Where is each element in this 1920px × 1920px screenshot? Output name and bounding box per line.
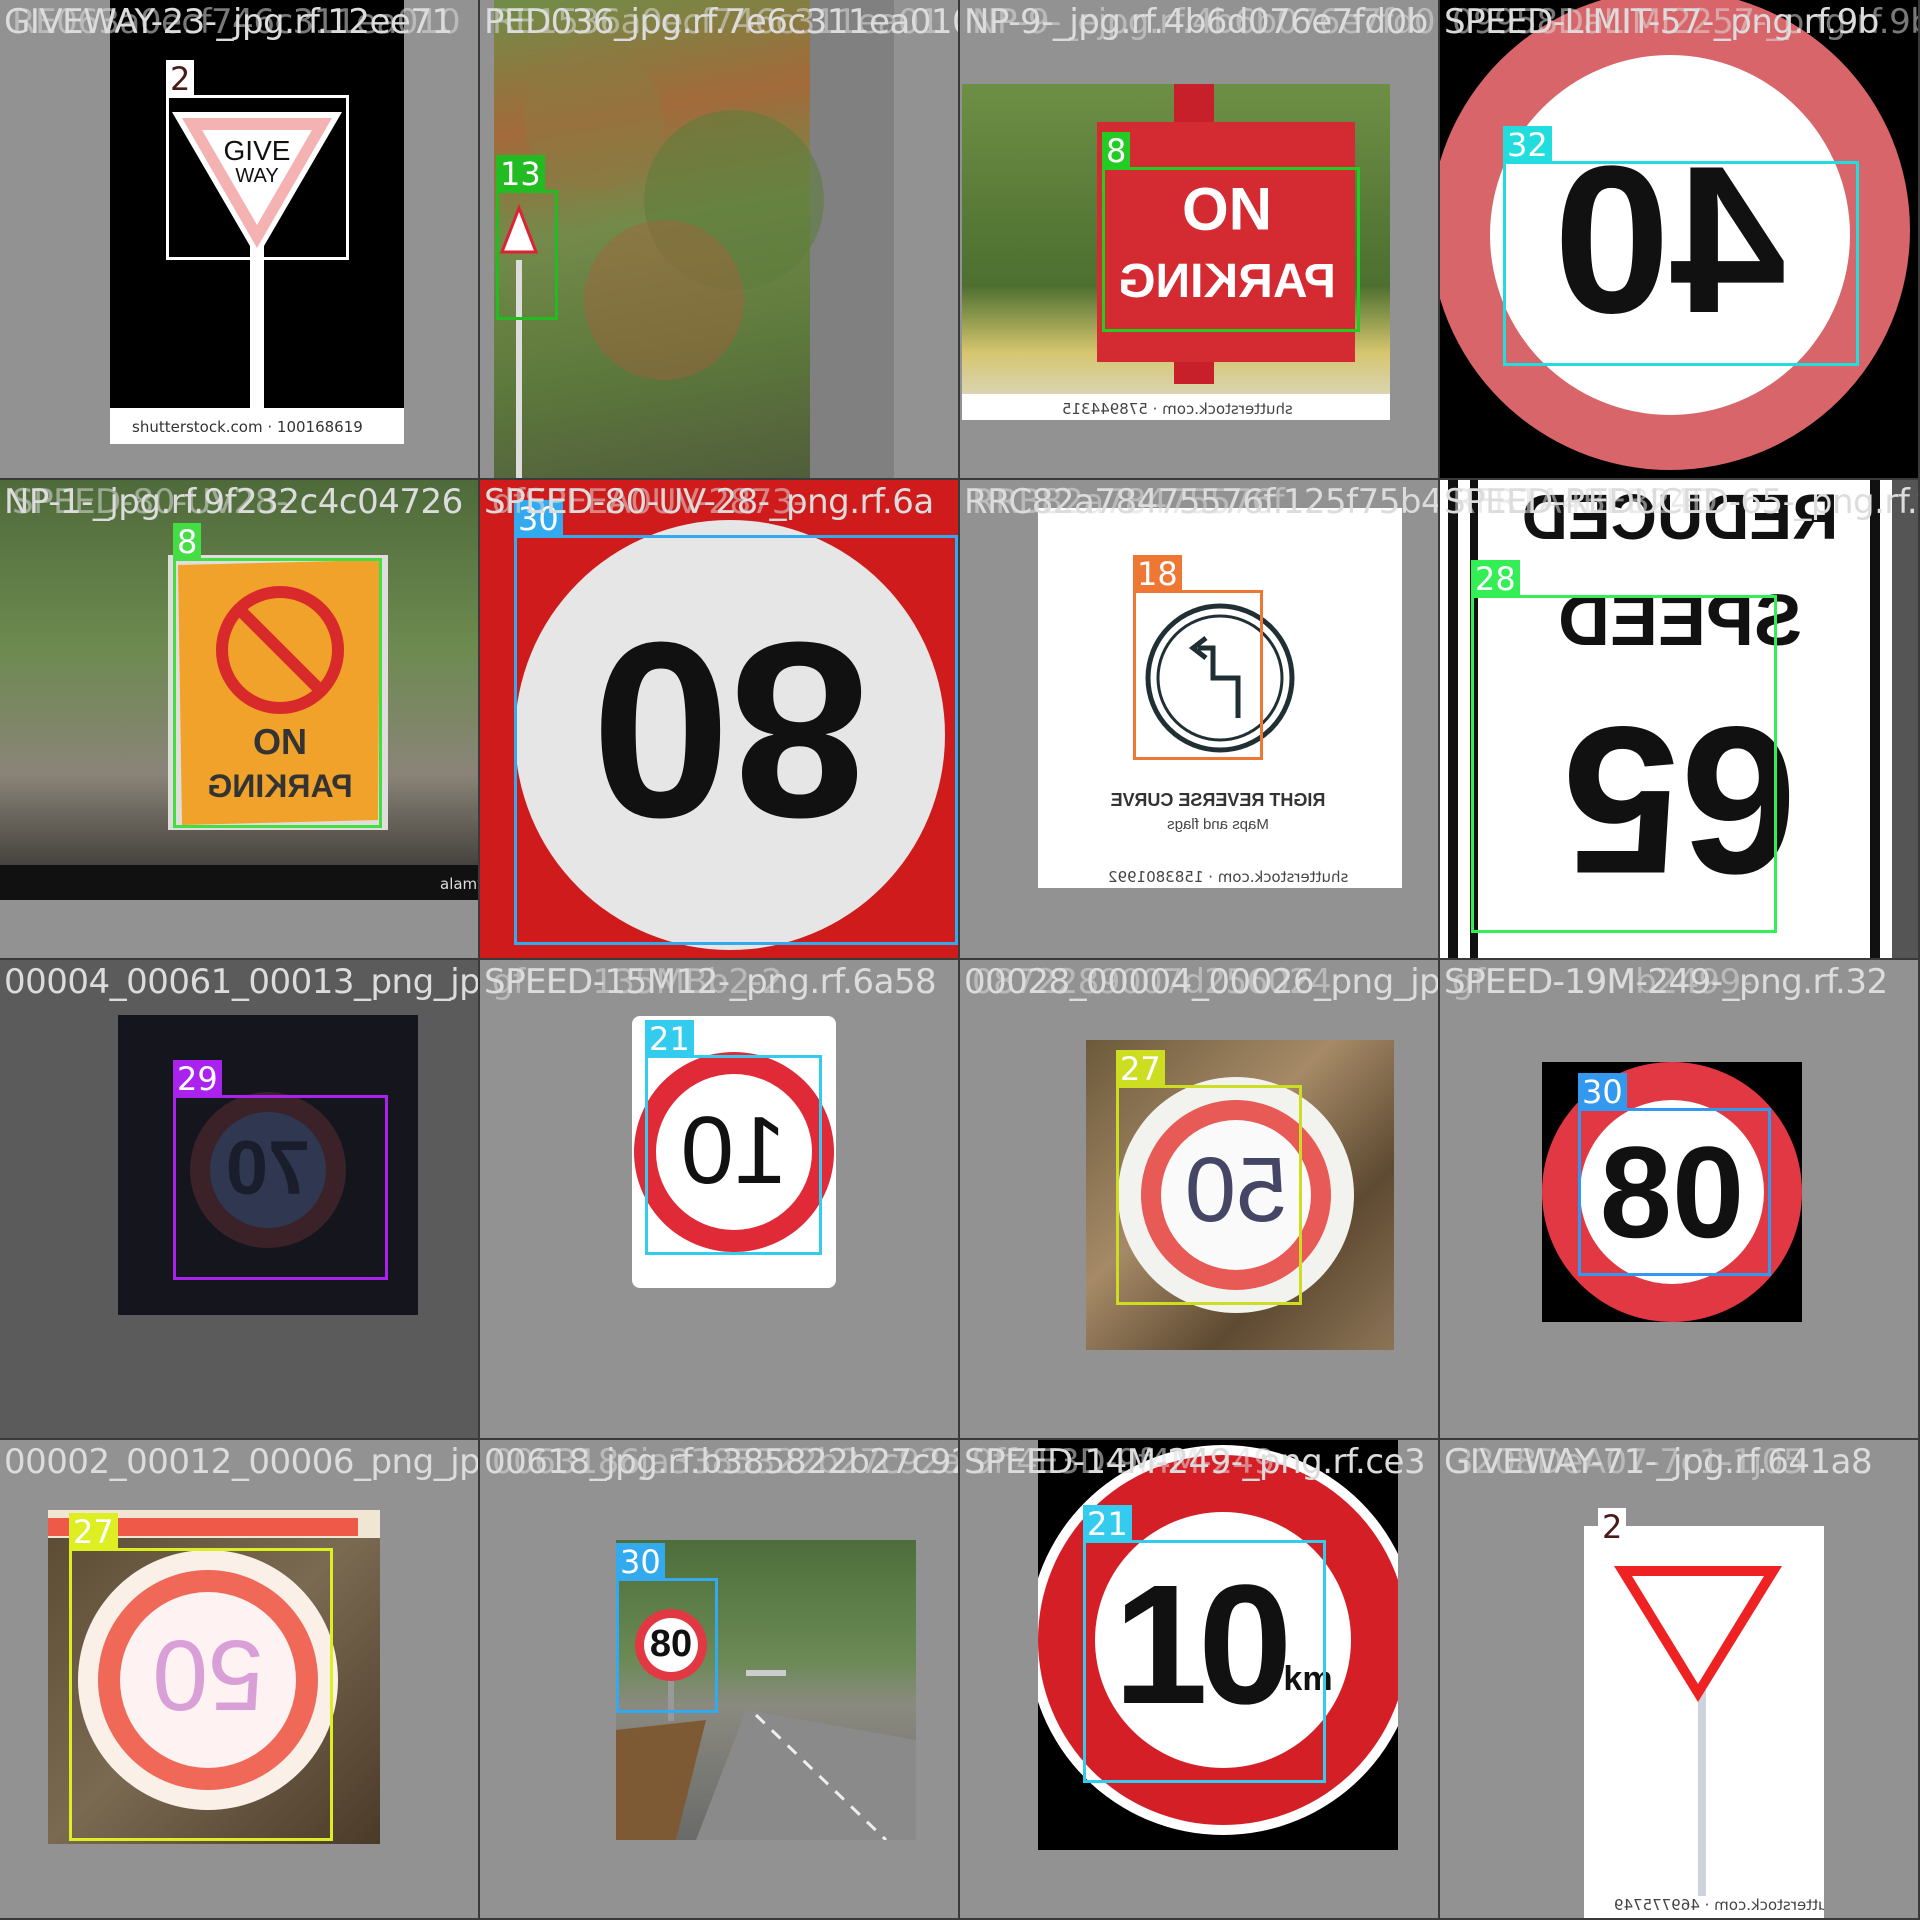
bbox: 21	[1083, 1505, 1326, 1783]
class-label: 8	[1102, 132, 1131, 170]
sign-text-sub: Maps and flags	[1167, 816, 1269, 833]
tile-9[interactable]: 10 21 SPEED-15M12-_png.rf.6a58 gfEED135M…	[480, 960, 958, 1438]
bbox: 13	[496, 155, 558, 320]
filename-overlap: NP-9-_ejpg.rf.4b6b076e7fd0b	[972, 2, 1438, 42]
tile-4[interactable]: NO PARKING alamy 8 NP-1-_jpg.rf.9f232c4c…	[0, 480, 478, 958]
tile-7[interactable]: REDUCED SPEED 65 28 SPEED-REDUCED-65-_pn…	[1440, 480, 1918, 958]
mosaic-grid: GIVE WAY shutterstock.com · 100168619 2 …	[0, 0, 1920, 1920]
tile-6[interactable]: RIGHT REVERSE CURVE Maps and flags shutt…	[960, 480, 1438, 958]
filename: SPEED-19M-249-_png.rf.32	[1444, 962, 1888, 1002]
sign-text-reduced: REDUCED	[1521, 481, 1839, 553]
filename-overlap: gfEED135MBb2-2	[492, 962, 783, 1002]
bbox: 28	[1471, 560, 1777, 933]
watermark: shutterstock.com · 100168619	[132, 418, 363, 436]
class-label: 32	[1503, 126, 1552, 164]
tile-0[interactable]: GIVE WAY shutterstock.com · 100168619 2 …	[0, 0, 478, 478]
filename: 00028_00004_00026_png_jpg	[964, 962, 1438, 1002]
class-label: 2	[1598, 1508, 1627, 1546]
bbox: 8	[173, 523, 382, 828]
bbox: 30	[616, 1543, 718, 1713]
tile-8[interactable]: 70 29 00004_00061_00013_png_jpg	[0, 960, 478, 1438]
watermark: shutterstock.com · 1583801992	[1108, 868, 1349, 886]
filename: 00004_00061_00013_png_jpg	[4, 962, 478, 1002]
bbox: 18	[1133, 555, 1263, 760]
class-label: 2	[166, 60, 195, 98]
bbox: 2	[166, 60, 349, 260]
watermark: shutterstock.com · 469775749	[1614, 1896, 1824, 1914]
class-label: 18	[1133, 555, 1182, 593]
filename-overlap: 0872289007d256024	[972, 962, 1332, 1002]
bbox: 27	[1116, 1050, 1302, 1305]
watermark: shutterstock.com · 578944315	[1062, 400, 1293, 418]
class-label: 29	[173, 1060, 222, 1098]
filename: SPEED-15M12-_png.rf.6a58	[484, 962, 937, 1002]
tile-12[interactable]: 50 27 00002_00012_00006_png_jpg	[0, 1440, 478, 1918]
give-way-sign-icon	[1614, 1566, 1782, 1896]
filename: 00002_00012_00006_png_jpg	[4, 1442, 478, 1482]
tile-5[interactable]: 80 30 SPEED-80-UV-28-_png.rf.6a dfSPEEA0…	[480, 480, 958, 958]
class-label: 21	[645, 1020, 694, 1058]
bbox: 30	[514, 500, 958, 945]
tile-11[interactable]: 80 30 SPEED-19M-249-_png.rf.32 gfEED-19M…	[1440, 960, 1918, 1438]
class-label: 27	[69, 1513, 118, 1551]
sign-text-title: RIGHT REVERSE CURVE	[1110, 790, 1326, 810]
tile-14[interactable]: 10 km 21 SPEED-14M-249-_png.rf.ce3 9ff4E…	[960, 1440, 1438, 1918]
class-label: 13	[496, 155, 545, 193]
tile-10[interactable]: 50 27 00028_00004_00026_png_jpg 08722890…	[960, 960, 1438, 1438]
filename-overlap: 3208DeA07-7c1-1j05	[1452, 1442, 1804, 1482]
class-label: 30	[1578, 1073, 1627, 1111]
class-label: 28	[1471, 560, 1520, 598]
filename-overlap: 0063186ja3385322b27c92ae	[492, 1442, 958, 1482]
tile-image: shutterstock.com · 469775749	[1584, 1526, 1824, 1918]
bbox: 32	[1503, 126, 1859, 366]
filename: GIVEWAY-71-_jpg.rf.641a8	[1444, 1442, 1873, 1482]
tile-2[interactable]: NO PARKING shutterstock.com · 578944315 …	[960, 0, 1438, 478]
filename: 00618_jpg.rf.b385822b27c92ae	[484, 1442, 958, 1482]
class-label: 21	[1083, 1505, 1132, 1543]
bbox: 30	[1578, 1073, 1771, 1276]
class-label: 30	[514, 500, 563, 538]
tile-15[interactable]: shutterstock.com · 469775749 2 GIVEWAY-7…	[1440, 1440, 1918, 1918]
bbox: 29	[173, 1060, 388, 1280]
tile-3[interactable]: 40 32 SPEED-LIMIT-57-_png.rf.9b 09958DaL…	[1440, 0, 1918, 478]
bbox: 8	[1102, 132, 1360, 332]
bbox: 27	[69, 1513, 333, 1841]
class-label: 30	[616, 1543, 665, 1581]
tile-1[interactable]: 13 PED036_jpg.rf.7e6c311ea010 RE1536a0ec…	[480, 0, 958, 478]
class-label: 27	[1116, 1050, 1165, 1088]
class-label: 8	[173, 523, 202, 561]
filename-overlap: gfEED-19Mb2499-	[1452, 962, 1753, 1002]
bbox: 21	[645, 1020, 822, 1255]
tile-13[interactable]: 80 30 00618_jpg.rf.b385822b27c92ae 00631…	[480, 1440, 958, 1918]
filename: NP-9-_jpg.rf.4b6d076e7fd0b	[964, 2, 1428, 42]
watermark: alamy	[440, 875, 478, 893]
